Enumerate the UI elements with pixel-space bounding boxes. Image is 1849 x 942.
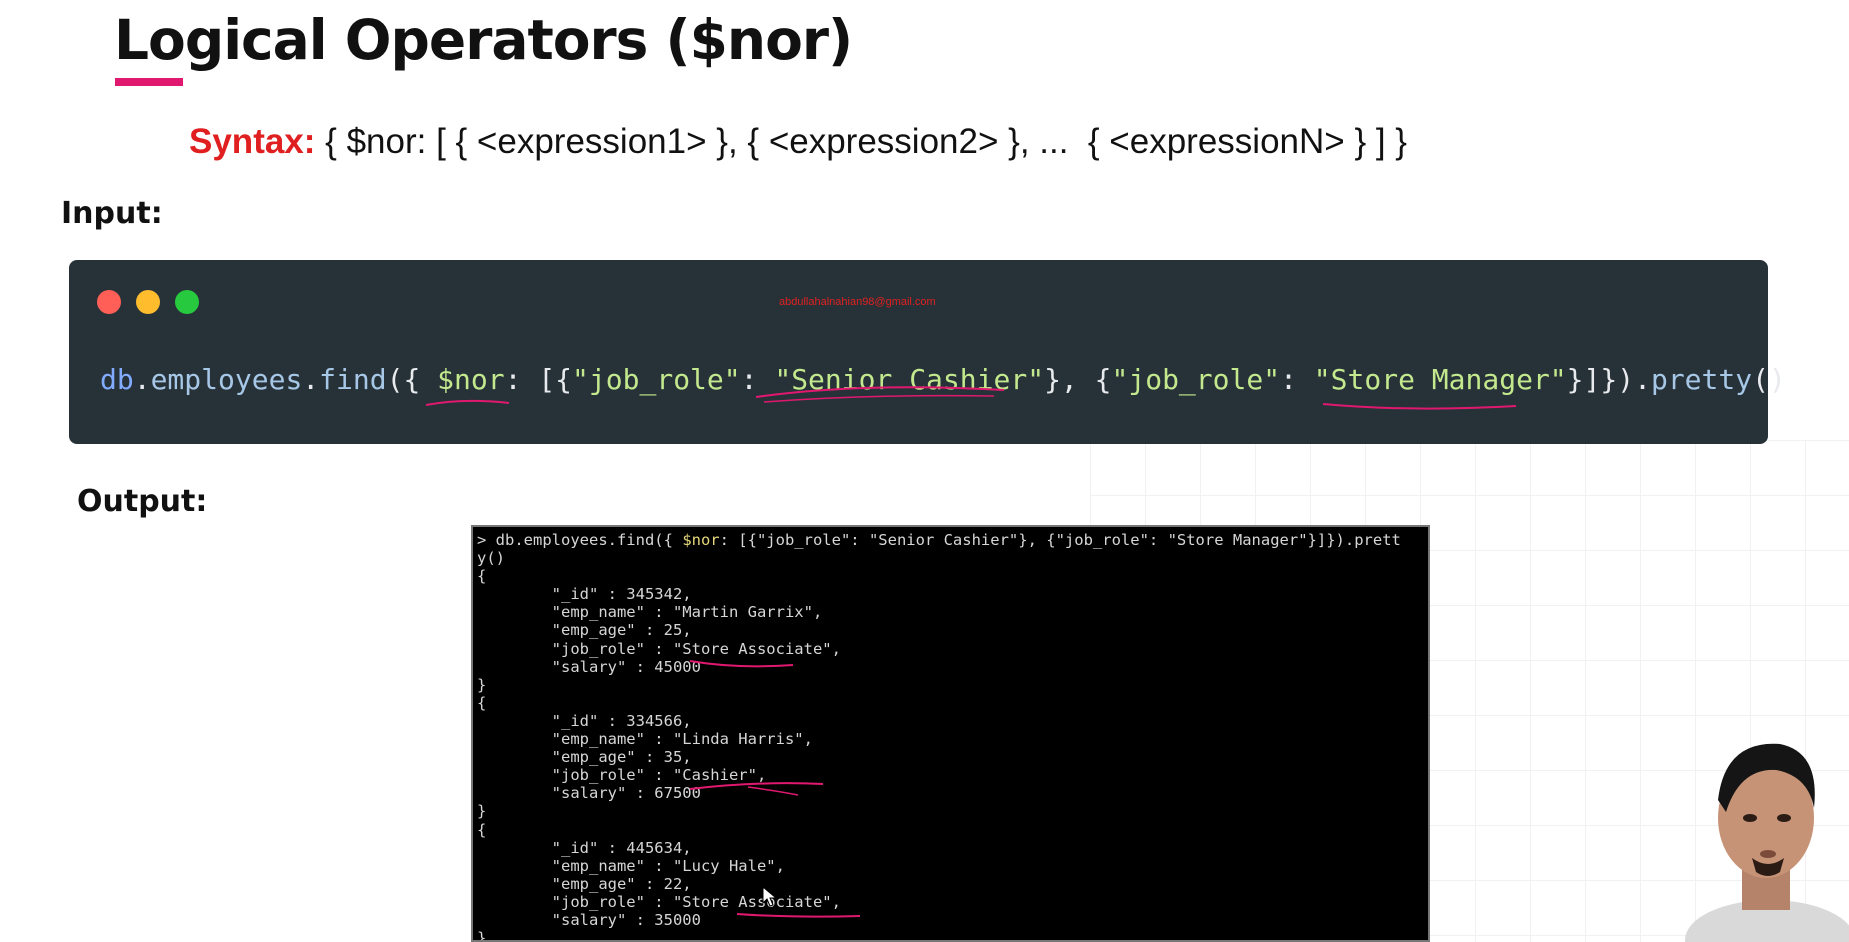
code-find: find	[319, 363, 387, 396]
syntax-line: Syntax: { $nor: [ { <expression1> }, { <…	[189, 122, 1407, 162]
terminal-line: "job_role" : "Store Associate",	[477, 639, 841, 658]
window-close-dot	[97, 290, 121, 314]
terminal-line: "job_role" : "Store Associate",	[477, 892, 841, 911]
code-operator: $nor	[437, 363, 505, 396]
terminal-line: "salary" : 45000	[477, 657, 701, 676]
terminal-line: {	[477, 693, 487, 712]
terminal-operator: $nor	[682, 531, 720, 549]
terminal-lines: > db.employees.find({ $nor: [{"job_role"…	[477, 531, 1401, 942]
code-pretty: pretty	[1650, 363, 1753, 396]
terminal-command-line: > db.employees.find({ $nor: [{"job_role"…	[477, 531, 1401, 549]
terminal-line: "emp_age" : 35,	[477, 748, 692, 767]
watermark-email: abdullahalnahian98@gmail.com	[779, 296, 936, 308]
terminal-line: "salary" : 67500	[477, 784, 701, 803]
annotation-underline-store-manager	[1322, 403, 1517, 410]
code-close: }]}).	[1566, 363, 1651, 396]
terminal-line: "_id" : 445634,	[477, 838, 692, 857]
annotation-underline-store-associate-1	[689, 660, 794, 668]
presenter-avatar-icon	[1685, 743, 1849, 942]
annotation-underline-store-associate-2	[736, 913, 861, 918]
terminal-line: "emp_name" : "Linda Harris",	[477, 730, 813, 749]
code-colon: : [{	[504, 363, 573, 396]
terminal-line: y()	[477, 549, 505, 568]
terminal-line: "emp_age" : 25,	[477, 621, 692, 640]
terminal-line: "emp_age" : 22,	[477, 874, 692, 893]
code-open: ({	[386, 363, 438, 396]
syntax-text: { $nor: [ { <expression1> }, { <expressi…	[315, 122, 1407, 161]
annotation-underline-cashier	[689, 782, 824, 796]
terminal-line: "_id" : 334566,	[477, 711, 692, 730]
code-collection: employees	[150, 363, 303, 396]
terminal-line: }	[477, 675, 487, 694]
terminal-output: > db.employees.find({ $nor: [{"job_role"…	[471, 525, 1430, 942]
terminal-line: }	[477, 802, 487, 821]
code-key: "job_role"	[572, 363, 741, 396]
code-card: abdullahalnahian98@gmail.com db.employee…	[69, 260, 1786, 444]
annotation-underline-nor	[425, 399, 510, 406]
output-heading: Output:	[77, 484, 208, 519]
terminal-line: "emp_name" : "Martin Garrix",	[477, 603, 823, 622]
window-maximize-dot	[175, 290, 199, 314]
terminal-line: "salary" : 35000	[477, 910, 701, 929]
terminal-line: "emp_name" : "Lucy Hale",	[477, 856, 785, 875]
mouse-cursor-icon	[762, 885, 778, 907]
terminal-line: {	[477, 567, 487, 586]
slide-title: Logical Operators ($nor)	[114, 8, 853, 72]
code-colon: :	[1280, 363, 1314, 396]
terminal-command-rest: : [{"job_role": "Senior Cashier"}, {"job…	[719, 531, 1401, 549]
syntax-label: Syntax:	[189, 122, 316, 161]
title-underline	[115, 78, 183, 86]
terminal-line: {	[477, 820, 487, 839]
code-mid: }, {	[1044, 363, 1112, 396]
code-db: db	[100, 363, 134, 396]
terminal-line: }	[477, 929, 487, 942]
code-dot: .	[133, 363, 151, 396]
terminal-line: "_id" : 345342,	[477, 585, 692, 604]
code-dot: .	[302, 363, 320, 396]
annotation-strike-senior-cashier	[755, 386, 1005, 403]
code-key: "job_role"	[1111, 363, 1281, 396]
input-heading: Input:	[61, 196, 163, 231]
presenter-webcam	[1680, 730, 1849, 942]
code-end: ()	[1752, 363, 1786, 396]
window-minimize-dot	[136, 290, 160, 314]
code-value-store-manager: "Store Manager"	[1313, 363, 1567, 396]
terminal-line: "job_role" : "Cashier",	[477, 766, 767, 785]
